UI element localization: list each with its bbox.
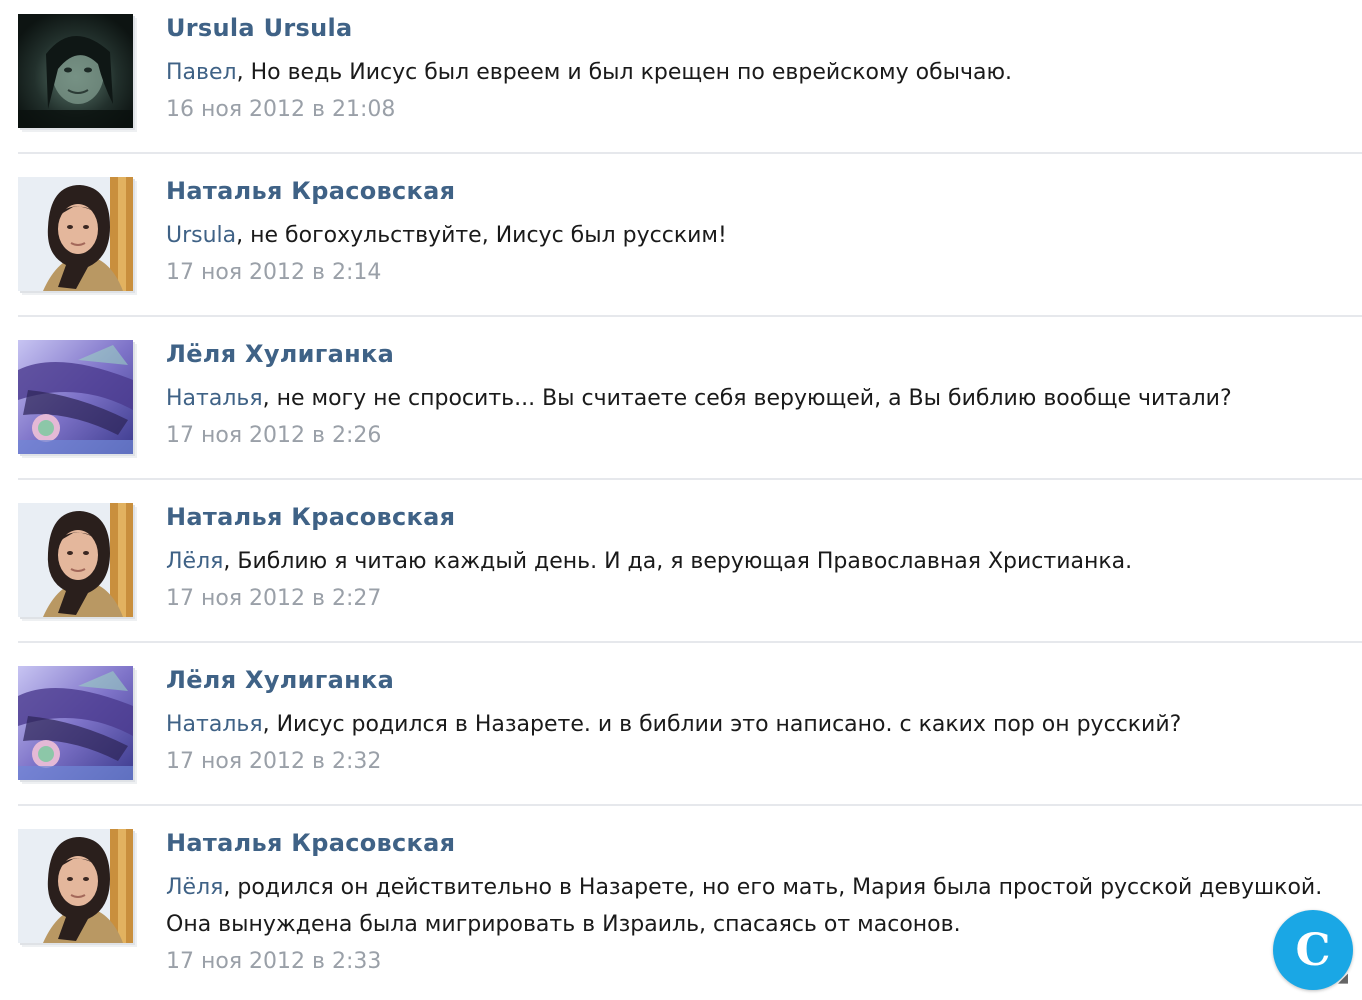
comment-item: Лёля Хулиганка Наталья, Иисус родился в … [0,652,1362,815]
comment-date[interactable]: 17 ноя 2012 в 2:26 [166,423,381,448]
comment-item: Наталья Красовская Лёля, родился он дейс… [0,815,1362,1000]
comment-date[interactable]: 17 ноя 2012 в 2:32 [166,749,381,774]
comment-mention[interactable]: Лёля [166,875,223,900]
purple-art-avatar[interactable] [18,340,133,454]
woman-portrait-avatar[interactable] [18,177,133,291]
comment-mention[interactable]: Наталья [166,712,263,737]
comment-item: Наталья Красовская Ursula, не богохульст… [0,163,1362,326]
comment-item: Наталья Красовская Лёля, Библию я читаю … [0,489,1362,652]
comment-author[interactable]: Наталья Красовская [166,177,455,205]
comment-text: Наталья, не могу не спросить... Вы счита… [166,380,1346,417]
comment-mention[interactable]: Наталья [166,386,263,411]
woman-portrait-icon [18,503,133,617]
comment-mention[interactable]: Ursula [166,223,236,248]
comment-text: Лёля, Библию я читаю каждый день. И да, … [166,543,1346,580]
comment-date[interactable]: 17 ноя 2012 в 2:14 [166,260,381,285]
comment-date[interactable]: 17 ноя 2012 в 2:33 [166,949,381,974]
comment-text: Лёля, родился он действительно в Назарет… [166,869,1346,943]
comment-text: Павел, Но ведь Иисус был евреем и был кр… [166,54,1346,91]
purple-art-icon [18,666,133,780]
purple-art-avatar[interactable] [18,666,133,780]
comment-divider [18,152,1362,154]
comment-body: , не богохульствуйте, Иисус был русским! [236,223,727,248]
comment-author[interactable]: Лёля Хулиганка [166,666,394,694]
comment-author[interactable]: Наталья Красовская [166,829,455,857]
comment-text: Ursula, не богохульствуйте, Иисус был ру… [166,217,1346,254]
comment-divider [18,641,1362,643]
comment-body: , Библию я читаю каждый день. И да, я ве… [223,549,1133,574]
comment-author[interactable]: Наталья Красовская [166,503,455,531]
comment-author[interactable]: Лёля Хулиганка [166,340,394,368]
comment-text: Наталья, Иисус родился в Назарете. и в б… [166,706,1346,743]
woman-portrait-avatar[interactable] [18,503,133,617]
comment-date[interactable]: 16 ноя 2012 в 21:08 [166,97,395,122]
comment-mention[interactable]: Лёля [166,549,223,574]
comment-item: Лёля Хулиганка Наталья, не могу не спрос… [0,326,1362,489]
woman-portrait-avatar[interactable] [18,829,133,943]
comment-divider [18,315,1362,317]
dark-portrait-icon [18,14,133,128]
comment-author[interactable]: Ursula Ursula [166,14,353,42]
woman-portrait-icon [18,177,133,291]
dark-portrait-avatar[interactable] [18,14,133,128]
comment-body: , Но ведь Иисус был евреем и был крещен … [236,60,1013,85]
comment-body-line2: Она вынуждена была мигрировать в Израиль… [166,912,961,937]
comment-body: , не могу не спросить... Вы считаете себ… [262,386,1232,411]
comment-date[interactable]: 17 ноя 2012 в 2:27 [166,586,381,611]
comment-divider [18,478,1362,480]
woman-portrait-icon [18,829,133,943]
comment-body: , родился он действительно в Назарете, н… [223,875,1323,900]
brand-badge-icon: C [1273,910,1353,990]
purple-art-icon [18,340,133,454]
comment-body: , Иисус родился в Назарете. и в библии э… [262,712,1182,737]
comment-mention[interactable]: Павел [166,60,237,85]
comment-divider [18,804,1362,806]
comment-item: Ursula Ursula Павел, Но ведь Иисус был е… [0,0,1362,163]
